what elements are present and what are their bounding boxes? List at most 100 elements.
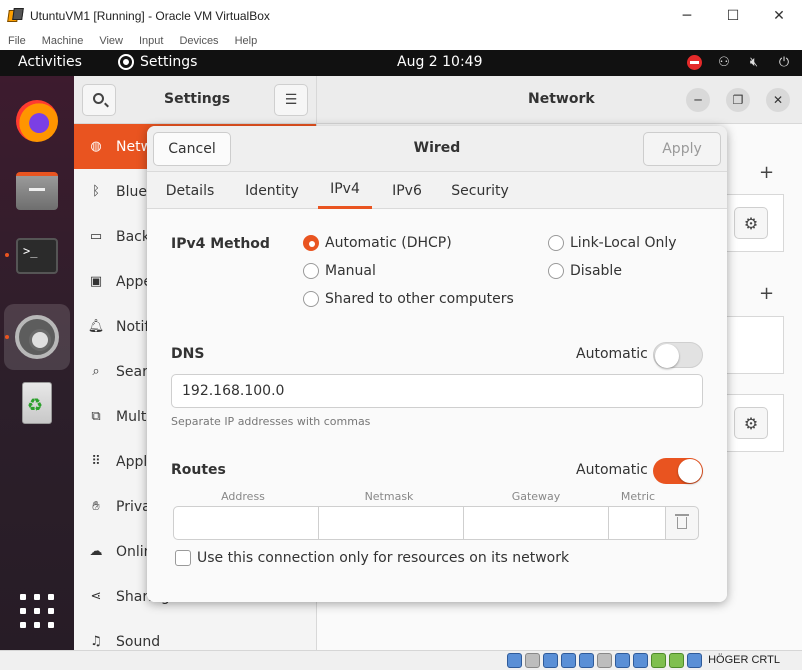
music-icon: ♫ bbox=[90, 634, 102, 649]
dns-automatic-label: Automatic bbox=[576, 346, 648, 362]
radio-label: Automatic (DHCP) bbox=[325, 235, 452, 251]
privacy-icon: ✋︎ bbox=[92, 499, 100, 514]
share-icon: ⋖ bbox=[90, 589, 102, 604]
sidebar-item-sound[interactable]: ♫ Sound bbox=[74, 619, 316, 650]
minimize-button[interactable]: ─ bbox=[686, 88, 710, 112]
ipv4-method-label: IPv4 Method bbox=[171, 236, 270, 252]
radio-label: Manual bbox=[325, 263, 376, 279]
maximize-button[interactable]: ☐ bbox=[710, 0, 756, 32]
cpu-icon[interactable] bbox=[651, 653, 666, 668]
delete-route-button[interactable] bbox=[665, 506, 699, 540]
show-apps-icon[interactable] bbox=[20, 594, 54, 628]
usb-icon[interactable] bbox=[579, 653, 594, 668]
wired-settings-button[interactable]: ⚙ bbox=[734, 207, 768, 239]
network-adapter-icon[interactable] bbox=[561, 653, 576, 668]
firefox-icon[interactable] bbox=[14, 98, 60, 144]
bell-icon: 🔔︎ bbox=[87, 319, 105, 334]
app-menu-label: Settings bbox=[140, 54, 198, 70]
add-connection-button[interactable]: + bbox=[759, 162, 774, 183]
terminal-icon[interactable]: >_ bbox=[14, 234, 60, 280]
tab-security[interactable]: Security bbox=[444, 172, 516, 209]
dns-hint: Separate IP addresses with commas bbox=[171, 415, 371, 428]
grid-icon: ⠿ bbox=[91, 454, 101, 469]
method-disable-radio[interactable]: Disable bbox=[548, 263, 622, 279]
audio-icon[interactable] bbox=[543, 653, 558, 668]
tab-details[interactable]: Details bbox=[155, 172, 225, 209]
only-local-resources-checkbox[interactable]: Use this connection only for resources o… bbox=[175, 550, 569, 566]
radio-indicator bbox=[303, 235, 319, 251]
mouse-integration-icon[interactable] bbox=[669, 653, 684, 668]
running-indicator bbox=[5, 335, 9, 339]
minimize-button[interactable]: ─ bbox=[664, 0, 710, 32]
appearance-icon: ▣ bbox=[89, 274, 103, 289]
proxy-settings-button[interactable]: ⚙ bbox=[734, 407, 768, 439]
shared-folders-icon[interactable] bbox=[597, 653, 612, 668]
tab-ipv6[interactable]: IPv6 bbox=[380, 172, 434, 209]
vbox-statusbar: HÖGER CRTL bbox=[0, 650, 802, 670]
add-vpn-button[interactable]: + bbox=[759, 283, 774, 304]
optical-drive-icon[interactable] bbox=[525, 653, 540, 668]
menu-view[interactable]: View bbox=[99, 35, 123, 47]
vbox-menubar: File Machine View Input Devices Help bbox=[0, 32, 802, 50]
volume-muted-icon[interactable]: 🔇︎ bbox=[746, 54, 762, 70]
menu-devices[interactable]: Devices bbox=[179, 35, 218, 47]
cloud-icon: ☁︎ bbox=[89, 544, 103, 559]
route-netmask-input[interactable] bbox=[318, 506, 464, 540]
settings-app-icon[interactable] bbox=[14, 314, 60, 360]
settings-title: Settings bbox=[164, 91, 231, 107]
apply-button[interactable]: Apply bbox=[643, 132, 721, 166]
recording-icon[interactable] bbox=[633, 653, 648, 668]
files-icon[interactable] bbox=[14, 168, 60, 214]
column-metric: Metric bbox=[620, 490, 656, 503]
checkbox-label: Use this connection only for resources o… bbox=[197, 550, 570, 566]
close-button[interactable]: ✕ bbox=[766, 88, 790, 112]
ipv4-page: IPv4 Method Automatic (DHCP) Link-Local … bbox=[147, 209, 727, 602]
method-manual-radio[interactable]: Manual bbox=[303, 263, 376, 279]
routes-automatic-switch[interactable] bbox=[653, 458, 703, 484]
app-menu[interactable]: Settings bbox=[118, 54, 197, 70]
search-button[interactable] bbox=[82, 84, 116, 116]
dialog-title: Wired bbox=[413, 140, 461, 156]
hamburger-menu-button[interactable]: ☰ bbox=[274, 84, 308, 116]
clock[interactable]: Aug 2 10:49 bbox=[397, 54, 483, 70]
vbox-titlebar: UtuntuVM1 [Running] - Oracle VM VirtualB… bbox=[0, 0, 802, 32]
dns-input[interactable]: 192.168.100.0 bbox=[171, 374, 703, 408]
tab-ipv4[interactable]: IPv4 bbox=[318, 172, 372, 209]
multitasking-icon: ⧉ bbox=[91, 409, 101, 424]
radio-indicator bbox=[548, 263, 564, 279]
route-gateway-input[interactable] bbox=[463, 506, 609, 540]
radio-label: Disable bbox=[570, 263, 622, 279]
activities-button[interactable]: Activities bbox=[18, 54, 82, 70]
virtualbox-icon bbox=[7, 8, 24, 24]
menu-input[interactable]: Input bbox=[139, 35, 163, 47]
route-address-input[interactable] bbox=[173, 506, 319, 540]
do-not-disturb-icon[interactable] bbox=[686, 54, 702, 70]
close-button[interactable]: ✕ bbox=[756, 0, 802, 32]
keyboard-capture-icon[interactable] bbox=[687, 653, 702, 668]
maximize-button[interactable]: ❐ bbox=[726, 88, 750, 112]
vbox-window-title: UtuntuVM1 [Running] - Oracle VM VirtualB… bbox=[30, 9, 270, 23]
route-metric-input[interactable] bbox=[608, 506, 666, 540]
menu-machine[interactable]: Machine bbox=[42, 35, 84, 47]
radio-label: Shared to other computers bbox=[325, 291, 514, 307]
host-key-label: HÖGER CRTL bbox=[708, 654, 780, 666]
method-shared-radio[interactable]: Shared to other computers bbox=[303, 291, 514, 307]
network-icon[interactable]: ⚇ bbox=[716, 54, 732, 70]
hard-disk-icon[interactable] bbox=[507, 653, 522, 668]
settings-panel-header: Network ─ ❐ ✕ bbox=[317, 76, 802, 124]
method-link-local-radio[interactable]: Link-Local Only bbox=[548, 235, 677, 251]
routes-label: Routes bbox=[171, 462, 226, 478]
power-icon[interactable]: ⏻ bbox=[776, 54, 792, 70]
trash-icon[interactable] bbox=[14, 380, 60, 426]
system-tray[interactable]: ⚇ 🔇︎ ⏻ bbox=[672, 54, 792, 70]
menu-help[interactable]: Help bbox=[235, 35, 258, 47]
method-automatic-radio[interactable]: Automatic (DHCP) bbox=[303, 235, 452, 251]
dns-automatic-switch[interactable] bbox=[653, 342, 703, 368]
tab-identity[interactable]: Identity bbox=[235, 172, 309, 209]
radio-indicator bbox=[303, 291, 319, 307]
gear-icon bbox=[118, 54, 134, 70]
radio-label: Link-Local Only bbox=[570, 235, 677, 251]
background-icon: ▭ bbox=[89, 229, 103, 244]
display-icon[interactable] bbox=[615, 653, 630, 668]
menu-file[interactable]: File bbox=[8, 35, 26, 47]
